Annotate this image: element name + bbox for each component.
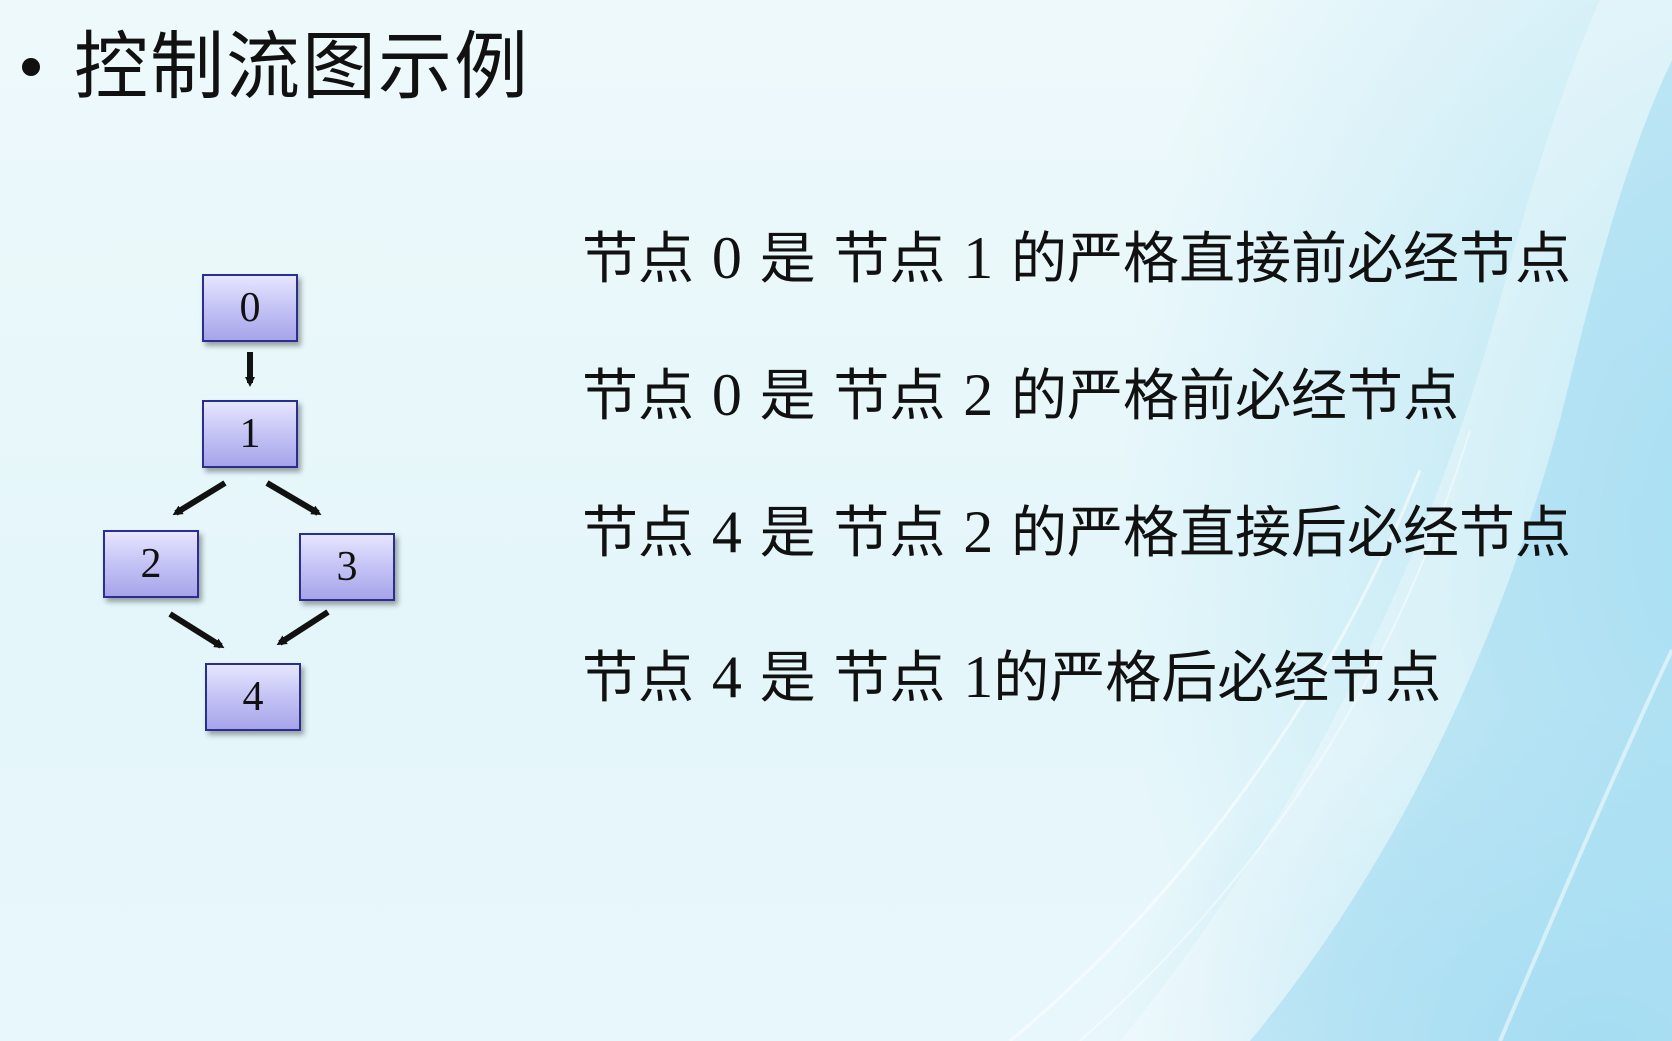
node-ref: 1 [963,225,994,291]
statement-text: 节点 [582,364,712,429]
statement-text: 节点 [582,501,712,566]
graph-node-2: 2 [103,530,199,598]
statement-1: 节点 0 是 节点 1 的严格直接前必经节点 [582,228,1571,288]
edge-3-4 [276,609,330,646]
statement-3: 节点 4 是 节点 2 的严格直接后必经节点 [582,502,1571,562]
node-ref: 0 [711,225,742,291]
graph-node-0: 0 [202,274,298,342]
node-ref: 1 [963,644,994,710]
node-ref: 2 [963,362,994,428]
graph-node-1: 1 [202,400,298,468]
statement-text: 节点 [582,227,712,292]
statement-4: 节点 4 是 节点 1的严格后必经节点 [582,647,1441,707]
edge-1-2 [172,480,227,516]
edge-2-4 [168,611,225,649]
statement-text: 的严格后必经节点 [993,646,1442,711]
statement-text: 节点 [582,646,712,711]
node-ref: 0 [711,362,742,428]
statement-text: 是 节点 [741,227,964,292]
title-row: 控制流图示例 [22,22,530,112]
graph-node-4: 4 [205,663,301,731]
statement-text: 是 节点 [741,364,964,429]
statement-text: 的严格前必经节点 [993,364,1460,429]
slide-title: 控制流图示例 [74,24,530,110]
node-ref: 4 [711,499,742,565]
statement-text: 是 节点 [741,646,964,711]
slide: 控制流图示例 0 1 2 3 4 节点 0 是 节点 1 的严格直接前必经节点 … [0,0,1672,1041]
bullet-icon [22,58,40,76]
statement-2: 节点 0 是 节点 2 的严格前必经节点 [582,365,1459,425]
node-ref: 4 [711,644,742,710]
graph-node-3: 3 [299,533,395,601]
statement-text: 的严格直接前必经节点 [993,227,1572,292]
edge-1-3 [265,480,322,516]
statement-text: 的严格直接后必经节点 [993,501,1572,566]
node-ref: 2 [963,499,994,565]
statement-text: 是 节点 [741,501,964,566]
